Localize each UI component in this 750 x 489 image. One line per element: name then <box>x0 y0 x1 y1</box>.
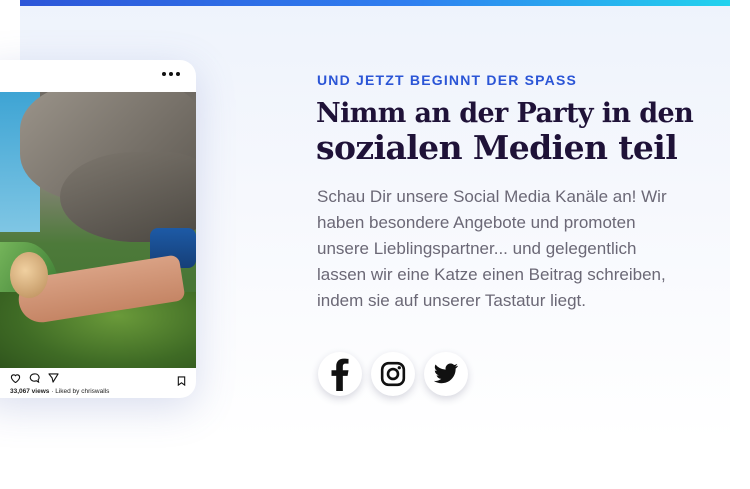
top-accent-bar <box>20 0 730 6</box>
post-photo <box>0 92 196 368</box>
twitter-link[interactable] <box>424 352 468 396</box>
liked-by: · Liked by chriswalls <box>51 388 110 395</box>
social-links <box>318 352 468 396</box>
section-eyebrow: UND JETZT BEGINNT DER SPASS <box>317 72 578 88</box>
bookmark-icon[interactable] <box>177 373 186 391</box>
twitter-icon <box>433 363 458 384</box>
instagram-icon <box>380 361 406 387</box>
facebook-link[interactable] <box>318 352 362 396</box>
section-headline: Nimm an der Party in den sozialen Medien… <box>316 98 736 166</box>
instagram-link[interactable] <box>371 352 415 396</box>
photo-hair <box>10 252 48 298</box>
post-views: 33,067 views · Liked by chriswalls <box>10 388 109 395</box>
post-actions <box>10 373 59 383</box>
headline-line-2: sozialen Medien teil <box>316 128 678 167</box>
more-icon[interactable] <box>162 70 180 78</box>
facebook-icon <box>331 358 349 391</box>
heart-icon[interactable] <box>10 373 21 383</box>
share-icon[interactable] <box>48 373 59 383</box>
views-count: 33,067 views <box>10 388 50 395</box>
headline-line-1: Nimm an der Party in den <box>316 98 694 129</box>
comment-icon[interactable] <box>29 373 40 383</box>
section-body: Schau Dir unsere Social Media Kanäle an!… <box>317 187 667 310</box>
